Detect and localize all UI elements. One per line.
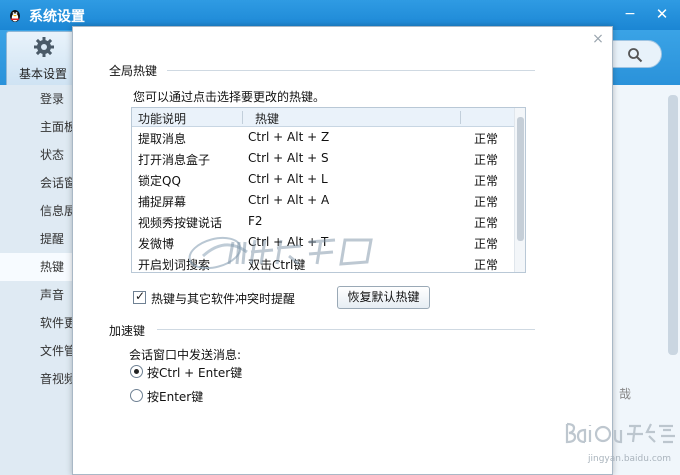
tab-basic-settings-label: 基本设置 [18,67,67,81]
minimize-button[interactable]: − [620,5,640,23]
cell-hotkey: Ctrl + Alt + Z [248,130,330,144]
sidebar-item-login[interactable]: 登录 [0,85,72,113]
send-message-label: 会话窗口中发送消息: [129,348,242,362]
cell-function: 锁定QQ [138,174,181,188]
cell-hotkey: Ctrl + Alt + T [248,235,329,249]
sidebar-item-file-management[interactable]: 文件管理 [0,337,72,365]
cell-status: 正常 [474,258,499,272]
table-header: 功能说明 热键 [132,108,514,127]
gear-icon [34,37,54,57]
send-enter-label[interactable]: 按Enter键 [147,388,203,405]
cell-status: 正常 [474,237,499,251]
sidebar-item-sound[interactable]: 声音 [0,281,72,309]
sidebar-item-main-panel[interactable]: 主面板 [0,113,72,141]
conflict-reminder-label[interactable]: 热键与其它软件冲突时提醒 [151,290,295,307]
restore-default-hotkeys-button[interactable]: 恢复默认热键 [337,286,430,309]
table-row[interactable]: 捕捉屏幕 Ctrl + Alt + A 正常 [132,190,514,211]
background-scrollbar[interactable] [668,95,678,355]
column-divider[interactable] [460,111,461,124]
cell-status: 正常 [474,174,499,188]
cell-status: 正常 [474,195,499,209]
settings-sidebar: 登录 主面板 状态 会话窗口 信息展示 提醒 热键 声音 软件更新 文件管理 音… [0,85,72,475]
column-divider[interactable] [242,111,243,124]
sidebar-item-chat-window[interactable]: 会话窗口 [0,169,72,197]
dialog-close-button[interactable]: × [590,31,606,47]
cell-status: 正常 [474,132,499,146]
send-enter-radio[interactable] [130,389,143,402]
send-ctrl-enter-label[interactable]: 按Ctrl + Enter键 [147,364,242,381]
send-ctrl-enter-radio[interactable] [130,365,143,378]
hotkey-settings-dialog: × 全局热键 您可以通过点击选择要更改的热键。 功能说明 热键 提取消息 Ctr… [72,26,613,475]
sidebar-item-status[interactable]: 状态 [0,141,72,169]
sidebar-item-software-update[interactable]: 软件更新 [0,309,72,337]
tab-basic-settings[interactable]: 基本设置 [6,31,78,85]
table-scrollbar-thumb[interactable] [517,117,524,241]
section-divider [157,329,535,330]
watermark-url: jingyan.baidu.com [588,454,672,464]
check-icon: ✓ [134,289,146,303]
cell-function: 提取消息 [138,132,187,146]
cell-status: 正常 [474,153,499,167]
settings-window: 系统设置 − ✕ 基本设置 登录 主面板 状态 会话窗 信息展 提醒 热键 声音… [0,0,680,475]
table-row[interactable]: 锁定QQ Ctrl + Alt + L 正常 [132,169,514,190]
sidebar-item-reminder[interactable]: 提醒 [0,225,72,253]
cell-hotkey: F2 [248,214,263,228]
accelerator-keys-title: 加速键 [109,324,146,338]
cell-hotkey: Ctrl + Alt + L [248,172,328,186]
cell-function: 捕捉屏幕 [138,195,187,209]
hotkey-hint-text: 您可以通过点击选择要更改的热键。 [133,90,326,104]
global-hotkeys-title: 全局热键 [109,64,158,78]
column-header-hotkey[interactable]: 热键 [255,110,279,127]
cell-hotkey: Ctrl + Alt + A [248,193,330,207]
sidebar-item-hotkeys[interactable]: 热键 [0,253,72,281]
window-close-button[interactable]: ✕ [652,5,672,23]
cell-function: 发微博 [138,237,175,251]
hotkey-table: 功能说明 热键 提取消息 Ctrl + Alt + Z 正常 打开消息盒子 Ct… [131,107,526,273]
table-scrollbar[interactable] [514,108,525,272]
window-title: 系统设置 [29,9,85,25]
sidebar-item-audio-video[interactable]: 音视频 [0,365,72,393]
table-row[interactable]: 视频秀按键说话 F2 正常 [132,211,514,232]
section-divider [167,70,535,71]
cell-hotkey: 双击Ctrl键 [248,258,306,272]
conflict-reminder-checkbox[interactable]: ✓ [133,289,146,304]
cell-function: 打开消息盒子 [138,153,211,167]
background-text-fragment: 哉 [619,387,632,401]
radio-selected-dot [134,369,139,374]
table-row[interactable]: 开启划词搜索 双击Ctrl键 正常 [132,253,514,272]
cell-hotkey: Ctrl + Alt + S [248,151,329,165]
cell-function: 视频秀按键说话 [138,216,223,230]
qq-penguin-icon [10,10,20,22]
table-row[interactable]: 打开消息盒子 Ctrl + Alt + S 正常 [132,148,514,169]
search-icon [628,48,643,63]
cell-status: 正常 [474,216,499,230]
sidebar-item-info-display[interactable]: 信息展示 [0,197,72,225]
column-header-function[interactable]: 功能说明 [138,110,186,127]
table-row[interactable]: 提取消息 Ctrl + Alt + Z 正常 [132,127,514,148]
table-row[interactable]: 发微博 Ctrl + Alt + T 正常 [132,232,514,253]
cell-function: 开启划词搜索 [138,258,211,272]
